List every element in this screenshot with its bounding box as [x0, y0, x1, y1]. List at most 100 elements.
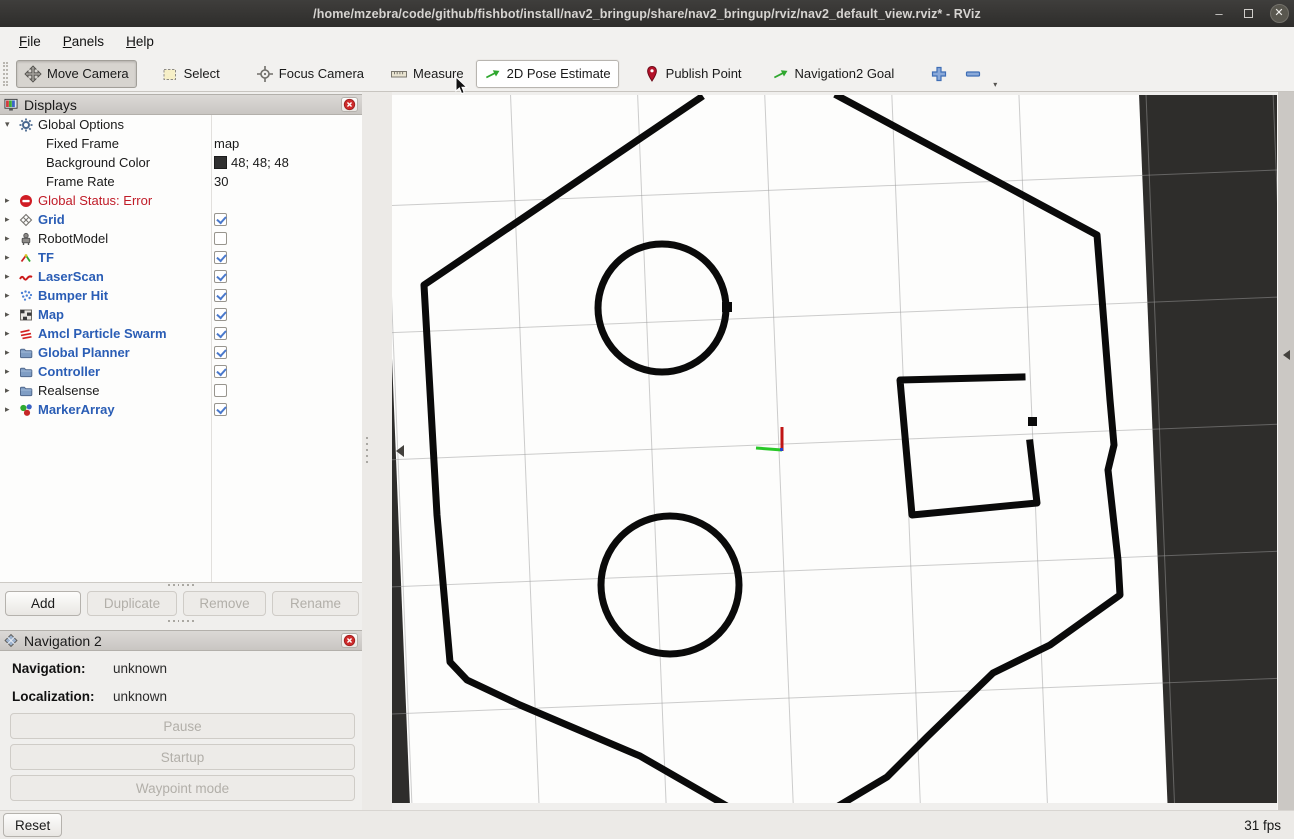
enable-checkbox[interactable]: [214, 403, 227, 416]
property-value: 48; 48; 48: [231, 155, 289, 170]
expander-icon[interactable]: ▸: [0, 233, 16, 244]
tool-remove-tool[interactable]: ▾: [956, 60, 990, 88]
right-panel-strip[interactable]: [1277, 92, 1294, 810]
minimize-button[interactable]: –: [1206, 0, 1232, 27]
pause-button[interactable]: Pause: [10, 713, 355, 739]
enable-checkbox[interactable]: [214, 213, 227, 226]
tool-2d-pose-estimate[interactable]: 2D Pose Estimate: [476, 60, 619, 88]
display-row-realsense[interactable]: ▸Realsense: [0, 381, 362, 400]
menu-panels[interactable]: Panels: [54, 30, 113, 53]
display-row-grid[interactable]: ▸Grid: [0, 210, 362, 229]
display-row-markerarray[interactable]: ▸MarkerArray: [0, 400, 362, 419]
mouse-cursor: [455, 76, 469, 101]
duplicate-button[interactable]: Duplicate: [87, 591, 177, 616]
maximize-button[interactable]: [1235, 0, 1261, 27]
enable-checkbox[interactable]: [214, 232, 227, 245]
value-cell: [214, 267, 227, 286]
enable-checkbox[interactable]: [214, 289, 227, 302]
menu-help[interactable]: Help: [117, 30, 163, 53]
enable-checkbox[interactable]: [214, 270, 227, 283]
property-row-fixed-frame[interactable]: Fixed Framemap: [0, 134, 362, 153]
display-row-controller[interactable]: ▸Controller: [0, 362, 362, 381]
expander-icon[interactable]: ▸: [0, 309, 16, 320]
value-cell[interactable]: map: [214, 134, 239, 153]
display-row-laserscan[interactable]: ▸LaserScan: [0, 267, 362, 286]
enable-checkbox[interactable]: [214, 327, 227, 340]
row-label: Map: [38, 307, 64, 322]
tool-dropdown-icon[interactable]: ▾: [993, 80, 997, 89]
tool-focus-camera[interactable]: Focus Camera: [248, 60, 372, 88]
navigation2-close-button[interactable]: [341, 633, 358, 648]
value-cell: [214, 381, 227, 400]
map-dot-obstacle: [1028, 417, 1037, 426]
add-button[interactable]: Add: [5, 591, 81, 616]
tool-navigation2-goal[interactable]: Navigation2 Goal: [764, 60, 903, 88]
tool-add-tool[interactable]: [922, 60, 956, 88]
startup-button[interactable]: Startup: [10, 744, 355, 770]
display-row-global-status-error[interactable]: ▸Global Status: Error: [0, 191, 362, 210]
remove-button[interactable]: Remove: [183, 591, 266, 616]
close-button[interactable]: ✕: [1266, 0, 1292, 27]
displays-panel-title: Displays: [24, 97, 77, 113]
rename-button[interactable]: Rename: [272, 591, 359, 616]
display-row-global-options[interactable]: ▾Global Options: [0, 115, 362, 134]
value-cell[interactable]: 30: [214, 172, 228, 191]
laser-scan-icon: [19, 270, 33, 284]
expander-icon[interactable]: ▸: [0, 290, 16, 301]
error-icon: [19, 194, 33, 208]
expander-icon[interactable]: ▸: [0, 214, 16, 225]
row-label: Global Planner: [38, 345, 130, 360]
tool-move-camera[interactable]: Move Camera: [16, 60, 137, 88]
row-label: Background Color: [46, 155, 150, 170]
expander-icon[interactable]: ▸: [0, 366, 16, 377]
property-row-background-color[interactable]: Background Color 48; 48; 48: [0, 153, 362, 172]
enable-checkbox[interactable]: [214, 308, 227, 321]
expander-icon[interactable]: ▸: [0, 195, 16, 206]
menu-file[interactable]: File: [10, 30, 50, 53]
folder-icon: [19, 365, 33, 379]
collapse-left-panel-icon[interactable]: [396, 445, 404, 457]
window-title: /home/mzebra/code/github/fishbot/install…: [313, 7, 981, 21]
tool-select[interactable]: Select: [153, 60, 228, 88]
navigation2-panel-header[interactable]: Navigation 2: [0, 630, 362, 651]
display-row-bumper-hit[interactable]: ▸Bumper Hit: [0, 286, 362, 305]
map-icon: [19, 308, 33, 322]
value-cell[interactable]: 48; 48; 48: [214, 153, 289, 172]
splitter-dots[interactable]: [168, 620, 194, 623]
expander-icon[interactable]: ▸: [0, 404, 16, 415]
display-row-amcl-particle-swarm[interactable]: ▸Amcl Particle Swarm: [0, 324, 362, 343]
display-row-robotmodel[interactable]: ▸RobotModel: [0, 229, 362, 248]
enable-checkbox[interactable]: [214, 251, 227, 264]
titlebar[interactable]: /home/mzebra/code/github/fishbot/install…: [0, 0, 1294, 27]
statusbar: Reset 31 fps: [0, 810, 1294, 839]
reset-button[interactable]: Reset: [3, 813, 62, 837]
expander-icon[interactable]: ▾: [0, 119, 16, 130]
gear-icon: [19, 118, 33, 132]
expander-icon[interactable]: ▸: [0, 252, 16, 263]
expander-icon[interactable]: ▸: [0, 347, 16, 358]
property-row-frame-rate[interactable]: Frame Rate30: [0, 172, 362, 191]
panel-splitter[interactable]: [362, 92, 392, 810]
enable-checkbox[interactable]: [214, 346, 227, 359]
add-tool-icon: [930, 65, 948, 83]
splitter-dots[interactable]: [168, 584, 194, 587]
move-camera-icon: [24, 65, 42, 83]
enable-checkbox[interactable]: [214, 365, 227, 378]
waypoint-mode-button[interactable]: Waypoint mode: [10, 775, 355, 801]
expander-icon[interactable]: ▸: [0, 328, 16, 339]
tool-publish-point[interactable]: Publish Point: [635, 60, 750, 88]
display-row-global-planner[interactable]: ▸ Global Planner: [0, 343, 362, 362]
property-value: map: [214, 136, 239, 151]
displays-close-button[interactable]: [341, 97, 358, 112]
display-row-map[interactable]: ▸ Map: [0, 305, 362, 324]
render-viewport[interactable]: [392, 95, 1277, 803]
display-row-tf[interactable]: ▸TF: [0, 248, 362, 267]
expander-icon[interactable]: ▸: [0, 271, 16, 282]
toolbar-grip[interactable]: [3, 62, 8, 86]
expander-icon[interactable]: ▸: [0, 385, 16, 396]
displays-panel-header[interactable]: Displays: [0, 94, 362, 115]
enable-checkbox[interactable]: [214, 384, 227, 397]
pose-estimate-icon: [484, 65, 502, 83]
displays-buttons-row: AddDuplicateRemoveRename: [5, 591, 359, 616]
expand-right-panel-icon[interactable]: [1283, 350, 1290, 360]
